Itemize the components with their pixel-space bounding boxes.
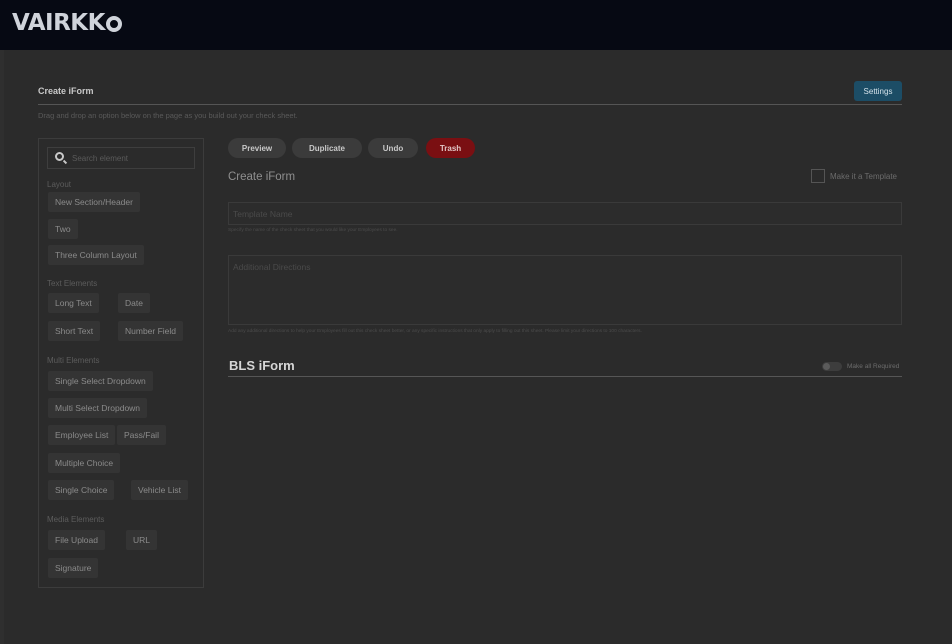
text-elements-group-label: Text Elements: [47, 279, 98, 288]
palette-number-field[interactable]: Number Field: [118, 321, 184, 341]
palette-employee-list[interactable]: Employee List: [48, 425, 116, 445]
page-title: Create iForm: [38, 86, 94, 96]
palette-new-section-header[interactable]: New Section/Header: [48, 192, 140, 212]
palette-vehicle-list[interactable]: Vehicle List: [131, 480, 188, 500]
additional-directions-textarea[interactable]: [228, 255, 902, 325]
palette-multiple-choice[interactable]: Multiple Choice: [48, 453, 121, 473]
title-divider: [38, 104, 902, 105]
additional-directions-helper: Add any additional directions to help yo…: [228, 329, 642, 334]
layout-group-label: Layout: [47, 180, 72, 189]
page-subtitle: Drag and drop an option below on the pag…: [38, 111, 298, 120]
palette-long-text[interactable]: Long Text: [48, 293, 99, 313]
search-box: [47, 147, 195, 169]
palette-url[interactable]: URL: [126, 530, 158, 550]
toggle-knob: [823, 363, 830, 370]
palette-pass-fail[interactable]: Pass/Fail: [117, 425, 166, 445]
section-divider: [228, 376, 902, 377]
multi-elements-group-label: Multi Elements: [47, 356, 100, 365]
brand-logo[interactable]: VAIRKK: [12, 10, 122, 36]
palette-single-choice[interactable]: Single Choice: [48, 480, 115, 500]
palette-single-select-dropdown[interactable]: Single Select Dropdown: [48, 371, 153, 391]
form-heading: Create iForm: [228, 171, 296, 183]
make-template-checkbox[interactable]: [811, 169, 825, 183]
palette-three-column-layout[interactable]: Three Column Layout: [48, 245, 144, 265]
brand-name: VAIRKK: [12, 10, 105, 36]
palette-date[interactable]: Date: [118, 293, 150, 313]
make-all-required-toggle[interactable]: [822, 362, 842, 371]
template-name-input[interactable]: [228, 202, 902, 225]
brand-logo-ring-icon: [105, 16, 122, 32]
undo-button[interactable]: Undo: [368, 138, 418, 158]
template-name-helper: Specify the name of the check sheet that…: [228, 228, 398, 233]
palette-signature[interactable]: Signature: [48, 558, 99, 578]
element-palette: Layout New Section/Header Two Three Colu…: [38, 138, 204, 588]
make-template-label: Make it a Template: [830, 172, 897, 181]
palette-file-upload[interactable]: File Upload: [48, 530, 105, 550]
trash-button[interactable]: Trash: [426, 138, 475, 158]
search-element-input[interactable]: [72, 151, 190, 165]
settings-button[interactable]: Settings: [854, 81, 902, 101]
form-section-title[interactable]: BLS iForm: [229, 358, 295, 373]
make-all-required-label: Make all Required: [847, 363, 900, 370]
top-navigation-bar: VAIRKK: [0, 0, 952, 50]
duplicate-button[interactable]: Duplicate: [292, 138, 362, 158]
media-elements-group-label: Media Elements: [47, 515, 105, 524]
palette-two-column-layout[interactable]: Two: [48, 219, 78, 239]
palette-multi-select-dropdown[interactable]: Multi Select Dropdown: [48, 398, 148, 418]
search-icon: [55, 152, 64, 161]
palette-short-text[interactable]: Short Text: [48, 321, 101, 341]
preview-button[interactable]: Preview: [228, 138, 286, 158]
